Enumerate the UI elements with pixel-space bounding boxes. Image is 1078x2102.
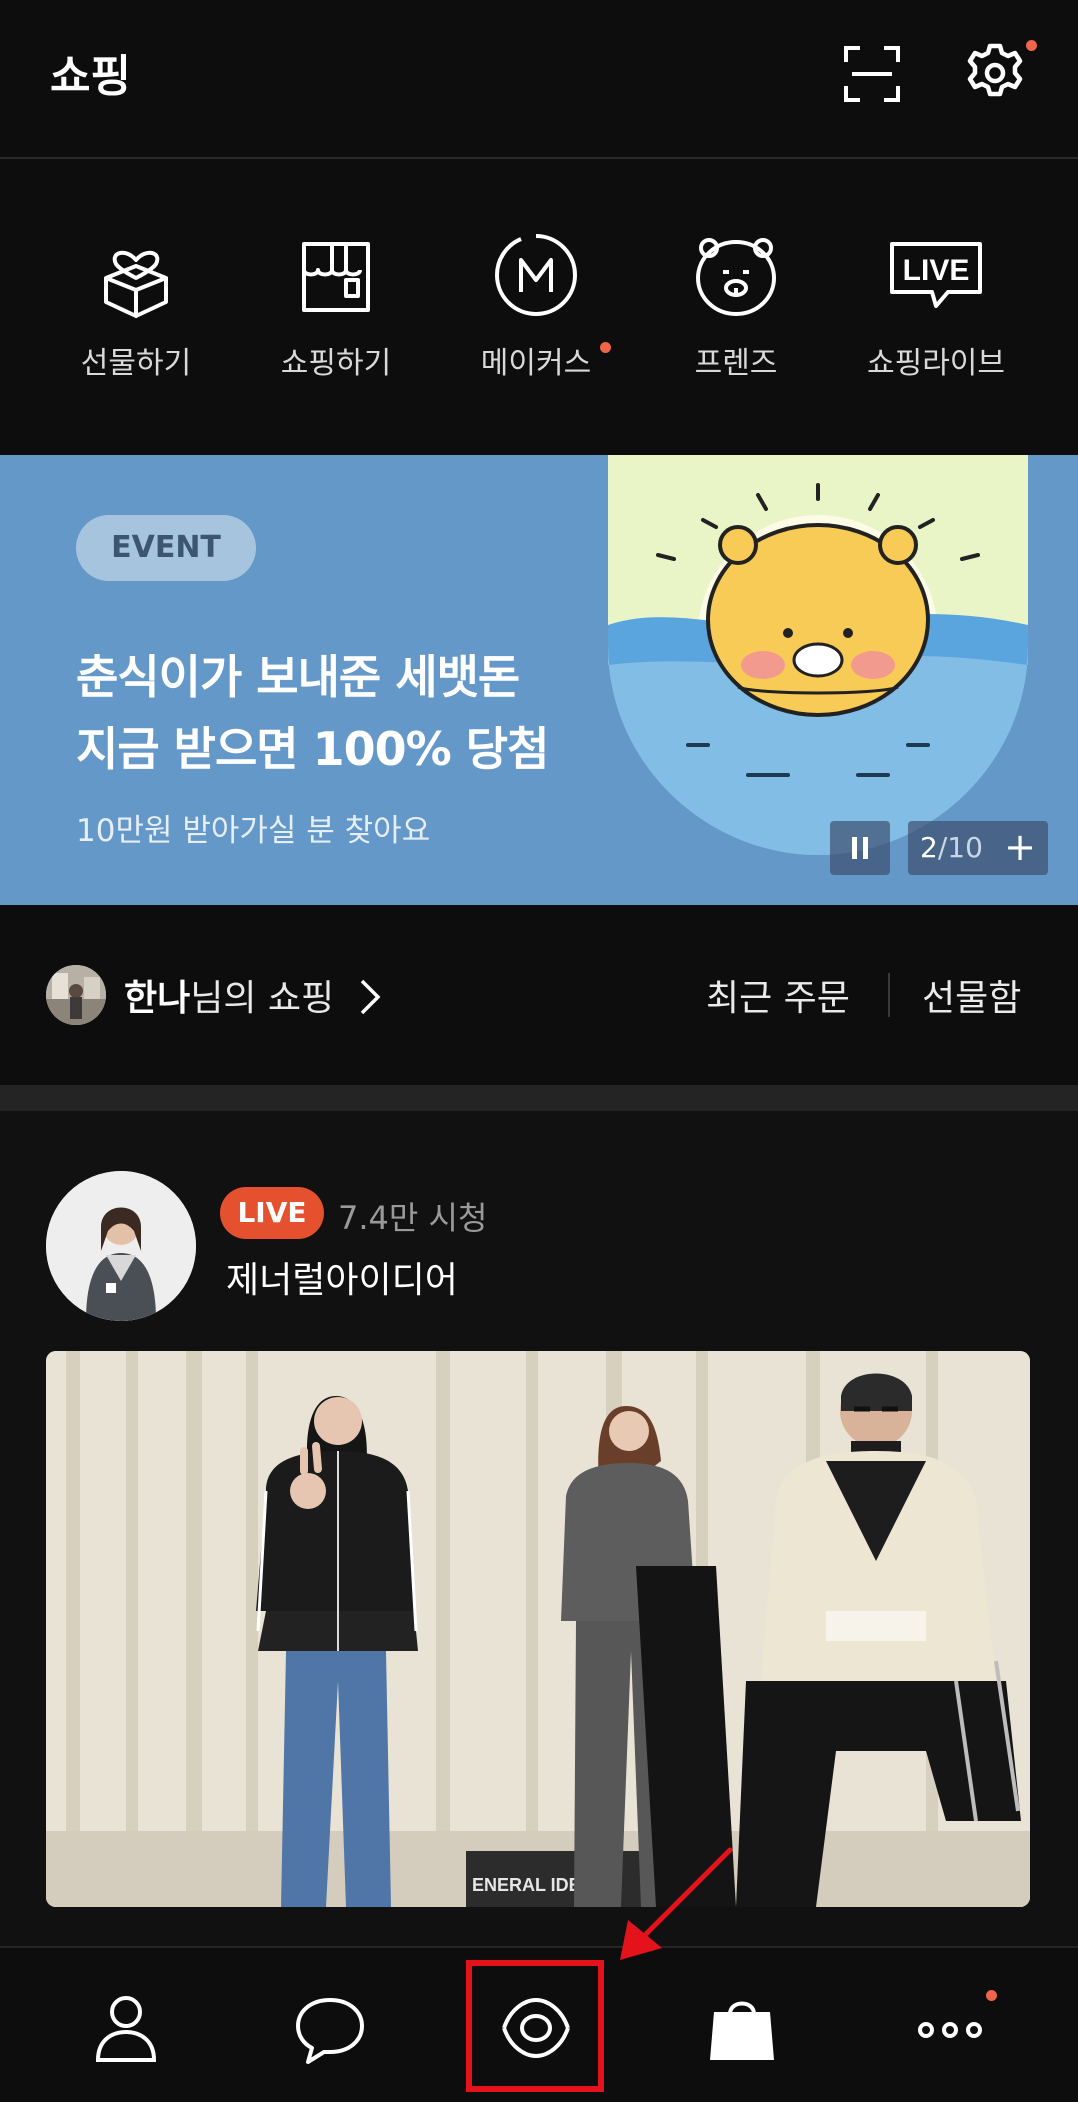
avatar[interactable] <box>46 965 106 1025</box>
friends-icon <box>696 238 776 316</box>
banner-pager[interactable]: 2/10 + <box>908 821 1048 875</box>
category-label: 프렌즈 <box>694 346 778 381</box>
user-shopping-row: 한나님의 쇼핑 최근 주문 선물함 <box>0 905 1078 1085</box>
viewer-count: 7.4만 시청 <box>338 1199 488 1237</box>
divider <box>888 973 890 1017</box>
page-title: 쇼핑 <box>50 51 131 102</box>
profile-icon[interactable] <box>86 1988 166 2068</box>
category-friends[interactable]: 프렌즈 <box>636 230 836 390</box>
user-name: 한나 <box>124 978 191 1019</box>
category-gift[interactable]: 선물하기 <box>36 230 236 390</box>
gear-icon[interactable] <box>962 40 1028 106</box>
host-avatar[interactable] <box>46 1171 196 1321</box>
pause-icon <box>852 837 868 859</box>
user-shopping-link[interactable]: 한나님의 쇼핑 <box>124 969 334 1021</box>
category-shopping-live[interactable]: LIVE 쇼핑라이브 <box>836 230 1036 390</box>
banner-character-illustration <box>608 455 1028 855</box>
banner-headline-line1: 춘식이가 보내준 세뱃돈 <box>76 650 520 704</box>
highlight-annotation <box>466 1960 604 2092</box>
settings-notification-dot <box>1026 40 1037 51</box>
live-broadcast-card[interactable]: LIVE 7.4만 시청 제너럴아이디어 ENERAL IDEA <box>0 1111 1078 1946</box>
host-name[interactable]: 제너럴아이디어 <box>226 1251 458 1303</box>
gift-icon <box>104 250 168 318</box>
category-shopping[interactable]: 쇼핑하기 <box>236 230 436 390</box>
category-makers[interactable]: 메이커스 <box>436 230 636 390</box>
chevron-right-icon[interactable] <box>358 977 382 1017</box>
event-banner[interactable]: EVENT 춘식이가 보내준 세뱃돈 지금 받으면 100% 당첨 10만원 받… <box>0 455 1078 905</box>
live-video-thumbnail[interactable]: ENERAL IDEA <box>46 1351 1030 1907</box>
makers-icon <box>495 234 577 316</box>
section-divider <box>0 1085 1078 1111</box>
more-icon[interactable] <box>910 1988 990 2068</box>
store-icon <box>302 242 370 312</box>
svg-text:LIVE: LIVE <box>903 254 970 287</box>
scan-icon[interactable] <box>842 44 902 104</box>
header: 쇼핑 <box>0 0 1078 159</box>
category-label: 쇼핑라이브 <box>867 346 1005 381</box>
gift-box-link[interactable]: 선물함 <box>922 969 1021 1021</box>
shopping-bag-icon[interactable] <box>702 1988 782 2068</box>
live-badge: LIVE <box>220 1187 324 1239</box>
recent-orders-link[interactable]: 최근 주문 <box>706 969 850 1021</box>
makers-notification-dot <box>600 342 611 353</box>
banner-pause-button[interactable] <box>830 821 890 875</box>
more-notification-dot <box>986 1990 997 2001</box>
chat-icon[interactable] <box>290 1988 370 2068</box>
event-badge: EVENT <box>76 515 256 581</box>
plus-icon: + <box>1004 825 1036 869</box>
category-label: 쇼핑하기 <box>280 346 392 381</box>
category-label: 선물하기 <box>80 346 192 381</box>
banner-subtitle: 10만원 받아가실 분 찾아요 <box>76 813 431 849</box>
arrow-annotation-icon <box>620 1847 733 1960</box>
pager-current: 2 <box>920 831 938 864</box>
header-divider <box>0 157 1078 159</box>
banner-headline-line2: 지금 받으면 100% 당첨 <box>76 722 549 776</box>
live-icon: LIVE <box>890 242 982 308</box>
user-shopping-label: 님의 쇼핑 <box>190 978 335 1019</box>
pager-total: /10 <box>937 831 983 864</box>
